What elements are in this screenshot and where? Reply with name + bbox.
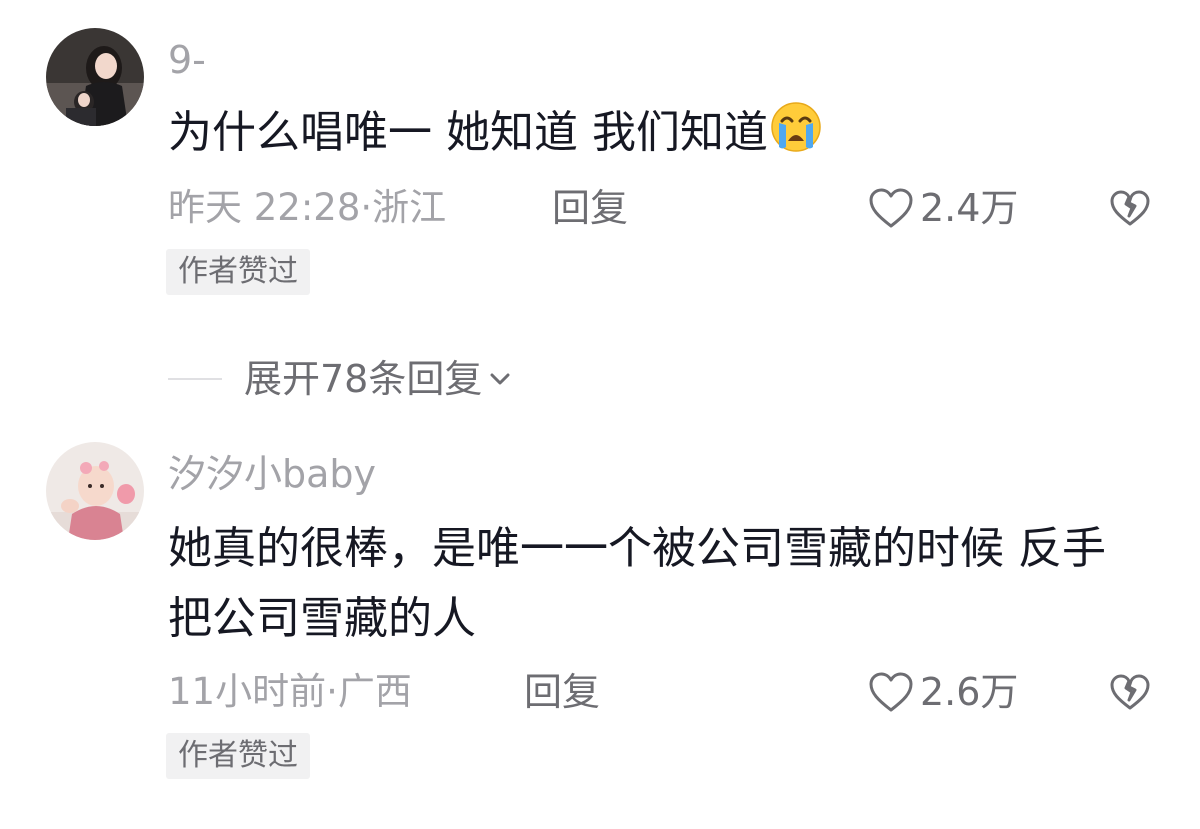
avatar[interactable] bbox=[46, 28, 144, 126]
comment-text: 为什么唱唯一 她知道 我们知道 bbox=[168, 98, 1158, 174]
comment-item: 9- 为什么唱唯一 她知道 我们知道 昨天 22:28·浙江 回复 2.4万 作… bbox=[0, 0, 1200, 330]
comment-text-body: 为什么唱唯一 她知道 我们知道 bbox=[168, 107, 768, 158]
reply-button[interactable]: 回复 bbox=[524, 668, 600, 716]
author-liked-badge: 作者赞过 bbox=[166, 733, 310, 779]
expand-replies-button[interactable]: 展开78条回复 bbox=[168, 352, 514, 406]
loudly-crying-face-icon bbox=[770, 101, 822, 174]
like-button[interactable]: 2.6万 bbox=[868, 668, 1018, 716]
avatar[interactable] bbox=[46, 442, 144, 540]
comment-time-location: 昨天 22:28·浙江 bbox=[168, 186, 447, 229]
expand-replies-label: 展开78条回复 bbox=[244, 357, 483, 401]
username[interactable]: 9- bbox=[168, 36, 206, 84]
comment-time-location: 11小时前·广西 bbox=[168, 670, 412, 713]
broken-heart-icon bbox=[1110, 190, 1150, 226]
chevron-down-icon bbox=[486, 365, 514, 393]
comment-text: 她真的很棒，是唯一一个被公司雪藏的时候 反手把公司雪藏的人 bbox=[168, 523, 1106, 644]
user-photo-icon bbox=[46, 442, 144, 540]
like-count: 2.6万 bbox=[920, 670, 1019, 714]
heart-icon bbox=[869, 672, 913, 712]
dislike-button[interactable] bbox=[1106, 184, 1154, 232]
username[interactable]: 汐汐小baby bbox=[168, 450, 376, 498]
heart-icon bbox=[869, 188, 913, 228]
user-photo-icon bbox=[46, 28, 144, 126]
author-liked-badge: 作者赞过 bbox=[166, 249, 310, 295]
like-count: 2.4万 bbox=[920, 186, 1019, 230]
reply-button[interactable]: 回复 bbox=[552, 184, 628, 232]
broken-heart-icon bbox=[1110, 674, 1150, 710]
divider bbox=[168, 378, 222, 380]
dislike-button[interactable] bbox=[1106, 668, 1154, 716]
like-button[interactable]: 2.4万 bbox=[868, 184, 1018, 232]
